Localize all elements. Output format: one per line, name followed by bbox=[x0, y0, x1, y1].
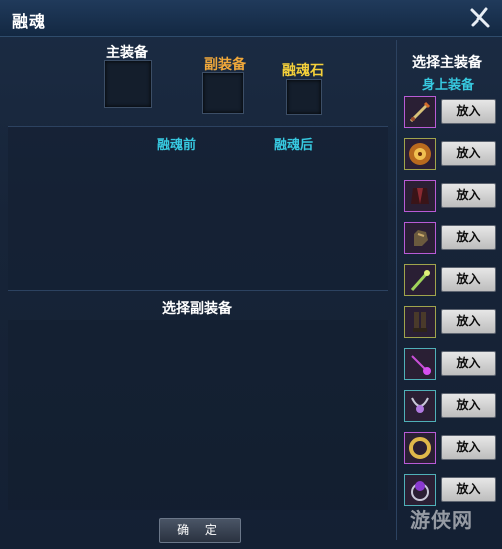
close-icon bbox=[470, 7, 490, 28]
title-bar: 融魂 bbox=[0, 0, 502, 37]
put-in-button[interactable]: 放入 bbox=[441, 183, 496, 208]
equip-row: 放入 bbox=[404, 390, 500, 424]
sub-slot-label: 副装备 bbox=[204, 57, 246, 73]
gauntlet-icon[interactable] bbox=[404, 222, 436, 254]
window-title: 融魂 bbox=[12, 12, 47, 31]
soul-stone-slot[interactable] bbox=[286, 79, 322, 115]
fuse-soul-window: 融魂 主装备 副装备 融魂石 融魂前 融魂后 选择副装备 确 定 选择主装备 身… bbox=[0, 0, 502, 549]
close-button[interactable] bbox=[466, 4, 494, 32]
put-in-button[interactable]: 放入 bbox=[441, 477, 496, 502]
worn-equip-tab[interactable]: 身上装备 bbox=[422, 74, 474, 93]
sub-equip-slot[interactable] bbox=[202, 72, 244, 114]
equip-row: 放入 bbox=[404, 222, 500, 256]
gem-ring-icon[interactable] bbox=[404, 474, 436, 506]
select-sub-equip-title: 选择副装备 bbox=[162, 301, 232, 317]
equip-row: 放入 bbox=[404, 96, 500, 130]
boots-icon[interactable] bbox=[404, 306, 436, 338]
armor-icon[interactable] bbox=[404, 180, 436, 212]
put-in-button[interactable]: 放入 bbox=[441, 309, 496, 334]
put-in-button[interactable]: 放入 bbox=[441, 351, 496, 376]
sub-equip-list bbox=[8, 320, 388, 510]
equip-row: 放入 bbox=[404, 264, 500, 298]
ring-icon[interactable] bbox=[404, 432, 436, 464]
put-in-button[interactable]: 放入 bbox=[441, 267, 496, 292]
put-in-button[interactable]: 放入 bbox=[441, 99, 496, 124]
main-equip-slot[interactable] bbox=[104, 60, 152, 108]
before-label: 融魂前 bbox=[157, 138, 197, 153]
put-in-button[interactable]: 放入 bbox=[441, 393, 496, 418]
select-main-equip-title: 选择主装备 bbox=[412, 55, 482, 71]
wand-icon[interactable] bbox=[404, 348, 436, 380]
stone-slot-label: 融魂石 bbox=[282, 63, 324, 79]
equip-row: 放入 bbox=[404, 348, 500, 382]
equip-row: 放入 bbox=[404, 432, 500, 466]
put-in-button[interactable]: 放入 bbox=[441, 435, 496, 460]
right-panel: 选择主装备 身上装备 放入 放入 放入 放入 放入 放入 放入 放入 放入 放入 bbox=[398, 38, 502, 548]
equip-row: 放入 bbox=[404, 180, 500, 214]
main-slot-label: 主装备 bbox=[106, 45, 148, 61]
staff-icon[interactable] bbox=[404, 264, 436, 296]
confirm-button[interactable]: 确 定 bbox=[159, 518, 241, 543]
put-in-button[interactable]: 放入 bbox=[441, 141, 496, 166]
shield-icon[interactable] bbox=[404, 138, 436, 170]
panel-divider bbox=[396, 40, 397, 540]
necklace-icon[interactable] bbox=[404, 390, 436, 422]
equip-row: 放入 bbox=[404, 138, 500, 172]
compare-panel bbox=[8, 126, 388, 291]
equip-row: 放入 bbox=[404, 306, 500, 340]
put-in-button[interactable]: 放入 bbox=[441, 225, 496, 250]
equip-row: 放入 bbox=[404, 474, 500, 508]
site-watermark: 游侠网 bbox=[410, 508, 473, 532]
after-label: 融魂后 bbox=[274, 138, 314, 153]
sword-icon[interactable] bbox=[404, 96, 436, 128]
